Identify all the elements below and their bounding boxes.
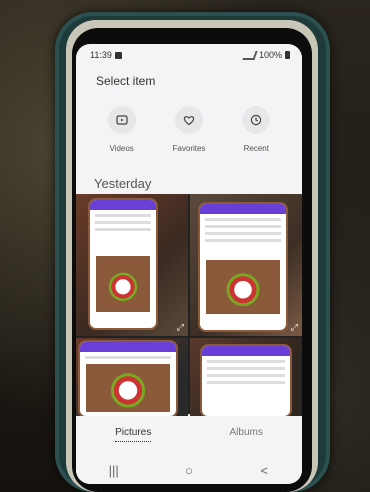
page-title: Select item [96,74,156,88]
battery-icon [285,51,290,59]
home-icon[interactable]: ○ [174,463,204,478]
photo-grid: ⤢ ⤢ [76,194,302,416]
quick-action-label: Favorites [172,144,206,153]
photo-thumbnail[interactable] [190,338,302,416]
quick-action-label: Recent [243,144,269,153]
quick-action-recent[interactable]: Recent [226,106,286,206]
photo-thumbnail[interactable]: ⤢ [190,194,302,336]
clock-icon [242,106,271,134]
section-title: Yesterday [94,176,152,191]
back-icon[interactable]: < [249,463,279,478]
screenshot-preview [90,200,156,328]
screenshot-preview [80,342,176,416]
heart-icon [174,106,203,134]
status-bar: 11:39 100% [76,44,302,66]
photo-thumbnail[interactable] [76,338,188,416]
navigation-bar: ||| ○ < [76,456,302,484]
expand-icon[interactable]: ⤢ [291,322,298,333]
tab-pictures[interactable]: Pictures [115,427,152,442]
recent-apps-icon[interactable]: ||| [99,463,129,478]
photo-thumbnail[interactable]: ⤢ [76,194,188,336]
video-icon [107,106,136,134]
phone-screen: 11:39 100% Select item Videos Favorites [76,44,302,484]
battery-level: 100% [258,50,282,60]
quick-action-label: Videos [109,144,134,153]
screenshot-preview [202,346,290,416]
notification-icon [114,51,122,59]
quick-actions: Videos Favorites Recent [76,106,302,206]
signal-icon [242,50,258,60]
tab-bar: Pictures Albums [76,416,302,452]
screenshot-preview [200,204,286,330]
quick-action-videos[interactable]: Videos [92,106,152,206]
expand-icon[interactable]: ⤢ [177,322,184,333]
status-time: 11:39 [90,50,112,60]
tab-albums[interactable]: Albums [230,427,263,441]
quick-action-favorites[interactable]: Favorites [159,106,219,206]
